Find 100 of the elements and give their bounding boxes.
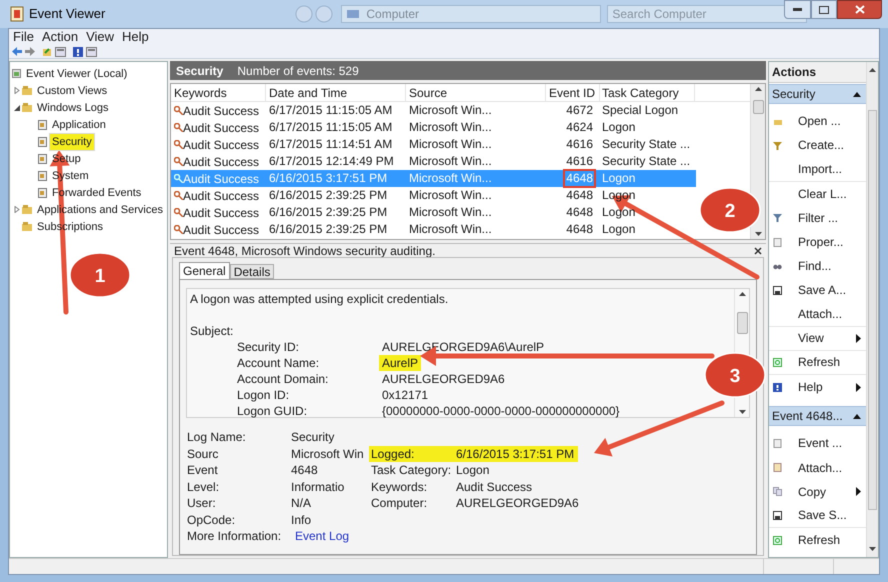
- search-field[interactable]: Search Computer: [607, 5, 808, 23]
- number-marker: 3: [704, 352, 766, 398]
- command-item[interactable]: Copy: [769, 480, 866, 504]
- key-icon: [174, 225, 183, 234]
- folder-icon: [22, 103, 32, 112]
- refresh-icon: [773, 358, 782, 367]
- table-cell: 6/17/2015 11:15:05 AM: [269, 102, 392, 119]
- tree-item[interactable]: Windows Logs: [34, 98, 112, 116]
- navigation-icon: [295, 5, 336, 23]
- actions-title: Actions: [769, 62, 866, 83]
- key-icon: [174, 140, 183, 149]
- table-cell-text: 4616: [565, 136, 594, 153]
- field-label: Security ID:: [237, 339, 300, 355]
- table-cell: Microsoft Win...: [409, 102, 492, 119]
- scroll-thumb[interactable]: [736, 312, 748, 334]
- tab[interactable]: Details: [230, 264, 274, 279]
- table-cell: 6/17/2015 12:14:49 PM: [269, 153, 394, 170]
- folder-icon: [42, 46, 52, 56]
- command-item[interactable]: Refresh: [769, 528, 866, 552]
- column-header[interactable]: Source: [406, 84, 546, 101]
- collapse-icon: [853, 92, 861, 96]
- filter-icon: [773, 140, 782, 150]
- command-item[interactable]: Clear L...: [769, 182, 866, 206]
- property-label: User:: [187, 495, 217, 512]
- number-marker: 1: [69, 252, 131, 298]
- event-log-link[interactable]: Event Log: [295, 529, 350, 543]
- command-item[interactable]: Open ...: [769, 109, 866, 134]
- table-cell: Logon: [602, 187, 636, 204]
- property-value: Microsoft Win: [291, 446, 364, 460]
- menu-item[interactable]: View: [86, 27, 114, 47]
- save-icon: [773, 510, 782, 520]
- computer-icon: [346, 8, 360, 20]
- menu-item[interactable]: Help: [122, 27, 149, 47]
- address-text: Computer: [366, 6, 420, 23]
- property-value: N/A: [291, 496, 312, 510]
- table-cell: 6/16/2015 3:17:51 PM: [269, 170, 388, 187]
- command-item[interactable]: Filter ...: [769, 206, 866, 230]
- scroll-thumb[interactable]: [752, 100, 764, 114]
- folder-icon: [22, 205, 32, 214]
- table-cell: Logon: [602, 204, 636, 221]
- menu-item[interactable]: Action: [42, 27, 78, 47]
- property-label: Sourc: [187, 446, 220, 462]
- command-item[interactable]: Help: [769, 375, 866, 400]
- table-cell: Security State ...: [602, 153, 690, 170]
- table-cell: Microsoft Win...: [409, 153, 492, 170]
- property-label: Computer:: [371, 495, 428, 512]
- table-cell-text: Audit Success: [183, 154, 260, 170]
- field-value: AURELGEORGED9A6\AurelP: [381, 339, 546, 355]
- property-label: OpCode:: [187, 512, 236, 528]
- property-label: Logged:: [371, 446, 416, 462]
- window-icon: [55, 46, 66, 56]
- table-cell-text: 4672: [565, 102, 594, 119]
- table-cell-text: 4624: [565, 119, 594, 136]
- maximize-button[interactable]: [811, 0, 837, 19]
- command-item[interactable]: Find...: [769, 254, 866, 278]
- column-header[interactable]: Date and Time: [266, 84, 406, 101]
- table-cell-text: 4616: [565, 153, 594, 170]
- window-icon: [86, 46, 97, 56]
- table-cell: Logon: [602, 221, 636, 238]
- refresh-icon: [773, 536, 782, 545]
- key-icon: [174, 157, 183, 166]
- property-label: Keywords:: [371, 478, 428, 495]
- section-header[interactable]: Security: [769, 84, 866, 104]
- field-label: Account Name:: [237, 355, 320, 371]
- key-icon: [174, 208, 183, 217]
- tree-item[interactable]: Event Viewer (Local): [23, 64, 130, 82]
- table-cell: Microsoft Win...: [409, 170, 492, 187]
- column-header[interactable]: Event ID: [546, 84, 600, 101]
- menu-item[interactable]: File: [13, 27, 34, 47]
- key-icon: [174, 106, 183, 115]
- table-cell: Microsoft Win...: [409, 221, 492, 238]
- collapse-icon: [853, 414, 861, 419]
- tree-item[interactable]: Custom Views: [34, 82, 110, 100]
- column-header[interactable]: Task Category: [600, 84, 695, 101]
- table-cell: 6/17/2015 11:15:05 AM: [269, 119, 392, 136]
- property-value: AURELGEORGED9A6: [456, 495, 579, 512]
- minimize-button[interactable]: [784, 0, 811, 19]
- command-item[interactable]: Create...: [769, 133, 866, 158]
- section-header[interactable]: Event 4648...: [769, 406, 866, 426]
- window-title: Event Viewer: [29, 5, 106, 24]
- property-value: Audit Success: [456, 478, 532, 495]
- command-item[interactable]: Save A...: [769, 278, 866, 302]
- tab[interactable]: General: [179, 262, 230, 279]
- command-item[interactable]: Event ...: [769, 431, 866, 456]
- scroll-up-icon: [869, 68, 876, 72]
- table-cell: 6/16/2015 2:39:25 PM: [269, 187, 388, 204]
- tree-item[interactable]: Application: [49, 116, 109, 134]
- field-label: Logon GUID:: [237, 403, 308, 419]
- property-value: 6/16/2015 3:17:51 PM: [456, 446, 574, 462]
- field-value: AurelP: [379, 355, 422, 371]
- tree-item[interactable]: Security: [49, 132, 95, 150]
- table-cell: 6/17/2015 11:14:51 AM: [269, 136, 392, 153]
- column-header[interactable]: Keywords: [171, 84, 266, 101]
- command-item[interactable]: Attach...: [769, 455, 866, 480]
- page-icon: [773, 463, 782, 472]
- close-button[interactable]: [837, 0, 882, 19]
- scroll-thumb[interactable]: [868, 110, 877, 510]
- property-label: More Information:: [187, 528, 282, 544]
- command-item[interactable]: Proper...: [769, 230, 866, 254]
- forward-icon: [25, 47, 35, 56]
